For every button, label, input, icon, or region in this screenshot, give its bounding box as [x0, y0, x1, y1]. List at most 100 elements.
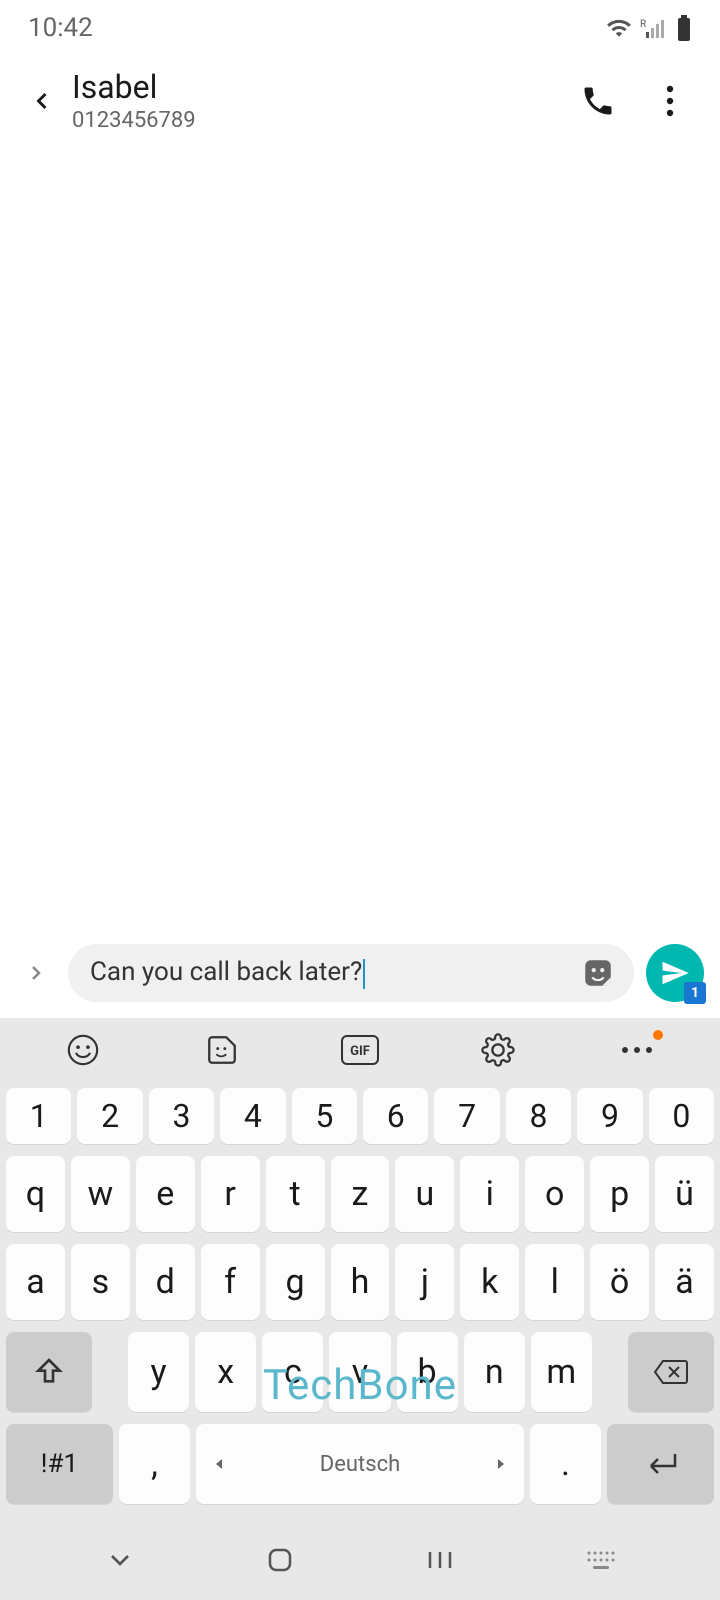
- gif-icon: GIF: [340, 1034, 380, 1066]
- key-oe[interactable]: ö: [590, 1244, 649, 1320]
- gear-icon: [481, 1033, 515, 1067]
- battery-icon: [676, 15, 692, 41]
- key-c[interactable]: c: [262, 1332, 323, 1412]
- key-g[interactable]: g: [266, 1244, 325, 1320]
- keyboard-toolbar: GIF: [0, 1018, 720, 1082]
- key-t[interactable]: t: [266, 1156, 325, 1232]
- key-3[interactable]: 3: [149, 1088, 214, 1144]
- keyboard: GIF 1 2 3 4 5 6 7 8 9 0 q w e r t: [0, 1018, 720, 1600]
- arrow-right-icon: [494, 1457, 506, 1471]
- contact-info[interactable]: Isabel 0123456789: [72, 68, 576, 133]
- compose-row: Can you call back later? 1: [0, 934, 720, 1018]
- letter-row-1: q w e r t z u i o p ü: [6, 1156, 714, 1232]
- key-h[interactable]: h: [331, 1244, 390, 1320]
- key-j[interactable]: j: [395, 1244, 454, 1320]
- letter-row-2: a s d f g h j k l ö ä: [6, 1244, 714, 1320]
- key-a[interactable]: a: [6, 1244, 65, 1320]
- symbols-key[interactable]: !#1: [6, 1424, 113, 1504]
- key-l[interactable]: l: [525, 1244, 584, 1320]
- key-u[interactable]: u: [395, 1156, 454, 1232]
- send-button[interactable]: 1: [646, 944, 704, 1002]
- signal-icon: R: [640, 18, 668, 38]
- emoji-icon: [66, 1033, 100, 1067]
- nav-bar: [0, 1520, 720, 1600]
- key-q[interactable]: q: [6, 1156, 65, 1232]
- sticker-outline-icon: [205, 1033, 239, 1067]
- more-horizontal-icon: [620, 1045, 654, 1055]
- nav-keyboard-switch[interactable]: [570, 1530, 630, 1590]
- space-key[interactable]: Deutsch: [196, 1424, 524, 1504]
- key-ae[interactable]: ä: [655, 1244, 714, 1320]
- enter-icon: [641, 1448, 681, 1480]
- key-v[interactable]: v: [329, 1332, 390, 1412]
- key-k[interactable]: k: [460, 1244, 519, 1320]
- phone-icon: [580, 83, 616, 119]
- key-w[interactable]: w: [71, 1156, 130, 1232]
- contact-number: 0123456789: [72, 108, 576, 133]
- svg-text:GIF: GIF: [350, 1044, 370, 1059]
- compose-text: Can you call back later?: [90, 957, 578, 988]
- key-y[interactable]: y: [128, 1332, 189, 1412]
- notification-dot: [653, 1030, 663, 1040]
- conversation-area[interactable]: [0, 143, 720, 934]
- key-z[interactable]: z: [331, 1156, 390, 1232]
- key-0[interactable]: 0: [649, 1088, 714, 1144]
- comma-key[interactable]: ,: [119, 1424, 190, 1504]
- expand-button[interactable]: [16, 953, 56, 993]
- arrow-left-icon: [214, 1457, 226, 1471]
- compose-input[interactable]: Can you call back later?: [68, 944, 634, 1002]
- key-9[interactable]: 9: [577, 1088, 642, 1144]
- sticker-keyboard-button[interactable]: [196, 1024, 248, 1076]
- back-button[interactable]: [20, 79, 64, 123]
- recent-icon: [426, 1548, 454, 1572]
- enter-key[interactable]: [607, 1424, 714, 1504]
- home-icon: [265, 1545, 295, 1575]
- nav-hide-keyboard[interactable]: [90, 1530, 150, 1590]
- key-e[interactable]: e: [136, 1156, 195, 1232]
- gif-button[interactable]: GIF: [334, 1024, 386, 1076]
- more-options-button[interactable]: [648, 79, 692, 123]
- key-4[interactable]: 4: [220, 1088, 285, 1144]
- shift-icon: [33, 1356, 65, 1388]
- key-s[interactable]: s: [71, 1244, 130, 1320]
- key-o[interactable]: o: [525, 1156, 584, 1232]
- wifi-icon: [606, 15, 632, 41]
- more-keyboard-button[interactable]: [611, 1024, 663, 1076]
- backspace-icon: [652, 1357, 690, 1387]
- svg-text:R: R: [640, 19, 646, 30]
- number-row: 1 2 3 4 5 6 7 8 9 0: [6, 1088, 714, 1144]
- chevron-down-icon: [104, 1544, 136, 1576]
- settings-button[interactable]: [472, 1024, 524, 1076]
- key-2[interactable]: 2: [77, 1088, 142, 1144]
- sticker-button[interactable]: [578, 953, 618, 993]
- more-vertical-icon: [666, 85, 674, 117]
- key-n[interactable]: n: [464, 1332, 525, 1412]
- emoji-button[interactable]: [57, 1024, 109, 1076]
- sim-badge: 1: [684, 982, 706, 1004]
- backspace-key[interactable]: [628, 1332, 714, 1412]
- key-f[interactable]: f: [201, 1244, 260, 1320]
- bottom-key-row: !#1 , Deutsch .: [6, 1424, 714, 1504]
- key-b[interactable]: b: [397, 1332, 458, 1412]
- key-ue[interactable]: ü: [655, 1156, 714, 1232]
- sticker-icon: [581, 956, 615, 990]
- call-button[interactable]: [576, 79, 620, 123]
- key-8[interactable]: 8: [506, 1088, 571, 1144]
- key-d[interactable]: d: [136, 1244, 195, 1320]
- nav-recent[interactable]: [410, 1530, 470, 1590]
- key-7[interactable]: 7: [434, 1088, 499, 1144]
- key-1[interactable]: 1: [6, 1088, 71, 1144]
- shift-key[interactable]: [6, 1332, 92, 1412]
- period-key[interactable]: .: [530, 1424, 601, 1504]
- key-r[interactable]: r: [201, 1156, 260, 1232]
- nav-home[interactable]: [250, 1530, 310, 1590]
- keyboard-switch-icon: [585, 1549, 615, 1571]
- header-actions: [576, 79, 692, 123]
- key-6[interactable]: 6: [363, 1088, 428, 1144]
- key-x[interactable]: x: [195, 1332, 256, 1412]
- key-5[interactable]: 5: [292, 1088, 357, 1144]
- key-i[interactable]: i: [460, 1156, 519, 1232]
- key-m[interactable]: m: [531, 1332, 592, 1412]
- status-time: 10:42: [28, 13, 93, 43]
- key-p[interactable]: p: [590, 1156, 649, 1232]
